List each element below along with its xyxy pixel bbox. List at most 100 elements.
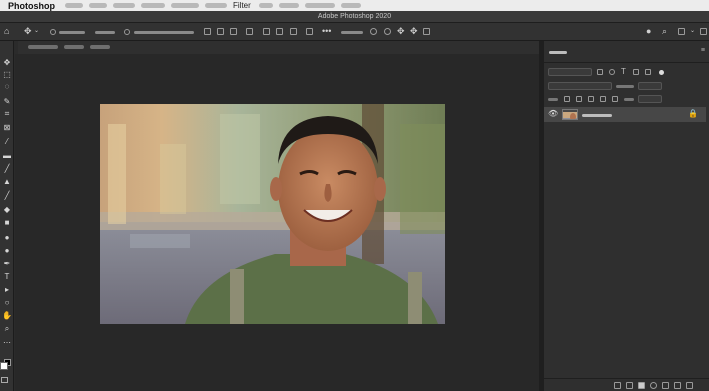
more-options-icon[interactable]: •••: [322, 26, 331, 36]
user-icon[interactable]: ●: [646, 26, 651, 36]
menu-item[interactable]: [171, 3, 199, 8]
filter-type-icon[interactable]: T: [621, 67, 626, 76]
lasso-icon[interactable]: ◌: [0, 81, 14, 92]
adjustment-layer-icon[interactable]: [650, 382, 657, 389]
shape-icon[interactable]: ○: [0, 297, 14, 308]
path-select-icon[interactable]: ▸: [0, 284, 14, 295]
slide-3d-icon[interactable]: ✥: [410, 26, 418, 36]
frame-icon[interactable]: ⊠: [0, 122, 14, 133]
menu-item[interactable]: [141, 3, 165, 8]
align-top-icon[interactable]: [246, 28, 253, 35]
link-layers-icon[interactable]: [614, 382, 621, 389]
stamp-icon[interactable]: ▲: [0, 176, 14, 187]
background-color-swatch[interactable]: [0, 362, 8, 370]
portrait-photo: [100, 104, 445, 324]
opacity-label: [616, 85, 634, 88]
layer-dropdown[interactable]: [95, 31, 115, 34]
filter-pixel-icon[interactable]: [597, 69, 603, 75]
lock-row: [544, 93, 709, 106]
3d-mode-label: [341, 31, 363, 34]
workspace-icon[interactable]: [678, 28, 685, 35]
menu-bar: Photoshop Filter: [0, 0, 709, 11]
filter-adjustment-icon[interactable]: [609, 69, 615, 75]
orbit-3d-icon[interactable]: [370, 28, 377, 35]
healing-icon[interactable]: ▬: [0, 150, 14, 161]
home-icon[interactable]: ⌂: [4, 26, 9, 36]
eyedropper-icon[interactable]: ⁄: [0, 136, 14, 147]
tools-panel: ✥ ⬚ ◌ ✎ ⌗ ⊠ ⁄ ▬ ╱ ▲ ╱ ◆ ■ ● ● ✒ T ▸ ○ ✋ …: [0, 41, 14, 391]
new-layer-icon[interactable]: [674, 382, 681, 389]
marquee-icon[interactable]: ⬚: [0, 69, 14, 80]
pen-icon[interactable]: ✒: [0, 258, 14, 269]
distribute-spacing-icon[interactable]: [306, 28, 313, 35]
panel-menu-icon[interactable]: ≡: [701, 47, 705, 54]
fill-label: [624, 98, 634, 101]
camera-3d-icon[interactable]: [423, 28, 430, 35]
menu-item[interactable]: [65, 3, 83, 8]
blend-mode-select[interactable]: [548, 82, 612, 90]
document-tab[interactable]: [28, 45, 58, 49]
transform-checkbox[interactable]: [124, 29, 130, 35]
tab-layers[interactable]: [549, 51, 567, 54]
eye-icon[interactable]: 👁: [548, 109, 558, 119]
lock-artboard-icon[interactable]: [600, 96, 606, 102]
layer-row-background[interactable]: 👁 🔒: [544, 107, 706, 122]
filter-toggle[interactable]: [659, 70, 664, 75]
menu-item[interactable]: [113, 3, 135, 8]
filter-kind-select[interactable]: [548, 68, 592, 76]
menu-item[interactable]: [205, 3, 227, 8]
dodge-icon[interactable]: ●: [0, 245, 14, 256]
align-center-icon[interactable]: [217, 28, 224, 35]
chevron-down-icon[interactable]: ⌄: [690, 26, 695, 34]
menu-item-filter[interactable]: Filter: [233, 1, 251, 10]
lock-all-icon[interactable]: [612, 96, 618, 102]
layer-style-icon[interactable]: [626, 382, 633, 389]
chevron-down-icon[interactable]: ⌄: [34, 26, 39, 34]
crop-icon[interactable]: ⌗: [0, 108, 14, 119]
opacity-field[interactable]: [638, 82, 662, 90]
hand-icon[interactable]: ✋: [0, 310, 14, 321]
gradient-icon[interactable]: ■: [0, 217, 14, 228]
document-tab-mode: [90, 45, 110, 49]
align-left-icon[interactable]: [204, 28, 211, 35]
lock-transparent-icon[interactable]: [564, 96, 570, 102]
app-menu[interactable]: Photoshop: [8, 1, 55, 11]
menu-item[interactable]: [278, 3, 299, 8]
lock-pixels-icon[interactable]: [576, 96, 582, 102]
fill-field[interactable]: [638, 95, 662, 103]
type-icon[interactable]: T: [0, 271, 14, 282]
eraser-icon[interactable]: ◆: [0, 204, 14, 215]
zoom-icon[interactable]: ⌕: [0, 323, 14, 334]
quick-mask-icon[interactable]: [1, 377, 8, 383]
filter-smart-object-icon[interactable]: [645, 69, 651, 75]
menu-item[interactable]: [258, 3, 273, 8]
quick-select-icon[interactable]: ✎: [0, 96, 14, 107]
layer-name: [582, 114, 612, 117]
menu-item[interactable]: [89, 3, 107, 8]
auto-select-checkbox[interactable]: [50, 29, 56, 35]
distribute-right-icon[interactable]: [290, 28, 297, 35]
share-icon[interactable]: [700, 28, 707, 35]
move-icon[interactable]: ✥: [0, 57, 14, 68]
document-image[interactable]: [100, 104, 445, 324]
history-brush-icon[interactable]: ╱: [0, 190, 14, 201]
move-tool-icon[interactable]: ✥: [24, 26, 32, 36]
brush-icon[interactable]: ╱: [0, 163, 14, 174]
lock-label: [548, 98, 558, 101]
search-icon[interactable]: ⌕: [662, 26, 667, 36]
menu-item[interactable]: [304, 3, 335, 8]
distribute-center-icon[interactable]: [276, 28, 283, 35]
menu-item[interactable]: [340, 3, 361, 8]
delete-layer-icon[interactable]: [686, 382, 693, 389]
more-tools-icon[interactable]: ⋯: [0, 337, 14, 348]
blur-icon[interactable]: ●: [0, 232, 14, 243]
lock-position-icon[interactable]: [588, 96, 594, 102]
filter-shape-icon[interactable]: [633, 69, 639, 75]
roll-3d-icon[interactable]: [384, 28, 391, 35]
layer-thumbnail: [562, 109, 578, 120]
add-mask-icon[interactable]: [638, 382, 645, 389]
new-group-icon[interactable]: [662, 382, 669, 389]
align-right-icon[interactable]: [230, 28, 237, 35]
drag-3d-icon[interactable]: ✥: [397, 26, 405, 36]
distribute-left-icon[interactable]: [263, 28, 270, 35]
